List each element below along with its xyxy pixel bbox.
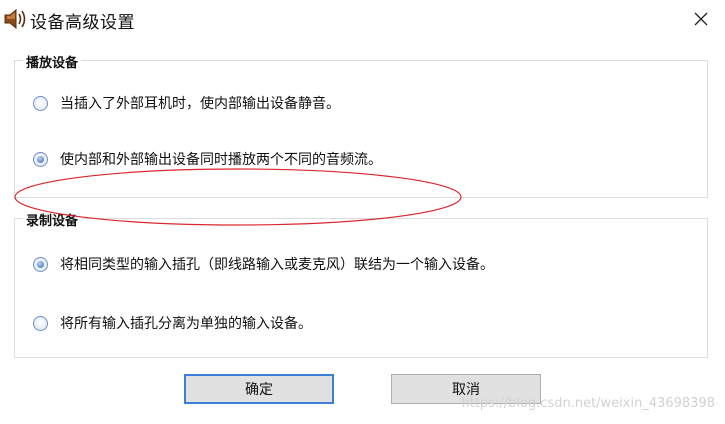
radio-label: 使内部和外部输出设备同时播放两个不同的音频流。 xyxy=(60,152,382,168)
dialog-window: 设备高级设置 播放设备 当插入了外部耳机时，使内部输出设备静音。 使内部和外部输… xyxy=(0,0,725,424)
radio-mute-internal[interactable]: 当插入了外部耳机时，使内部输出设备静音。 xyxy=(33,92,340,114)
playback-group-title: 播放设备 xyxy=(23,52,82,71)
title-bar: 设备高级设置 xyxy=(0,0,725,40)
radio-button-selected[interactable] xyxy=(33,151,48,167)
ok-button[interactable]: 确定 xyxy=(184,374,334,404)
radio-button[interactable] xyxy=(33,315,48,331)
watermark-text: https://blog.csdn.net/weixin_43698398 xyxy=(461,396,715,411)
radio-dual-streams[interactable]: 使内部和外部输出设备同时播放两个不同的音频流。 xyxy=(33,148,382,170)
recording-group-title: 录制设备 xyxy=(23,210,82,229)
radio-label: 当插入了外部耳机时，使内部输出设备静音。 xyxy=(60,96,340,112)
radio-button-selected[interactable] xyxy=(33,256,48,272)
recording-group: 录制设备 将相同类型的输入插孔（即线路输入或麦克风）联结为一个输入设备。 将所有… xyxy=(14,210,708,358)
playback-group: 播放设备 当插入了外部耳机时，使内部输出设备静音。 使内部和外部输出设备同时播放… xyxy=(14,52,708,198)
dialog-body: 播放设备 当插入了外部耳机时，使内部输出设备静音。 使内部和外部输出设备同时播放… xyxy=(0,40,725,424)
close-icon[interactable] xyxy=(687,6,715,32)
radio-button[interactable] xyxy=(33,95,48,111)
speaker-icon xyxy=(2,7,28,31)
radio-label: 将相同类型的输入插孔（即线路输入或麦克风）联结为一个输入设备。 xyxy=(60,257,494,273)
radio-join-inputs[interactable]: 将相同类型的输入插孔（即线路输入或麦克风）联结为一个输入设备。 xyxy=(33,253,494,275)
window-title: 设备高级设置 xyxy=(30,13,135,33)
radio-label: 将所有输入插孔分离为单独的输入设备。 xyxy=(60,316,312,332)
radio-separate-inputs[interactable]: 将所有输入插孔分离为单独的输入设备。 xyxy=(33,312,312,334)
